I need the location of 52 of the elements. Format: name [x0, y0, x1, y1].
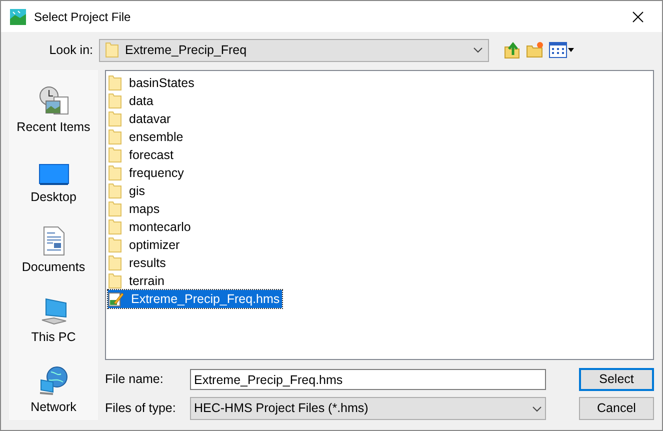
network-globe-icon	[38, 366, 68, 396]
file-list-item[interactable]: montecarlo	[108, 218, 193, 236]
folder-icon	[108, 201, 122, 217]
look-in-dropdown[interactable]: Extreme_Precip_Freq	[99, 38, 489, 62]
caret-icon	[568, 48, 574, 52]
folder-icon	[108, 273, 122, 289]
file-list-item[interactable]: results	[108, 254, 168, 272]
view-menu-button[interactable]	[549, 42, 574, 58]
file-list-item[interactable]: optimizer	[108, 236, 182, 254]
document-pencil-icon	[108, 291, 124, 307]
folder-icon	[108, 165, 122, 181]
file-list-item[interactable]: frequency	[108, 164, 186, 182]
grid-view-icon	[549, 42, 567, 58]
places-item[interactable]: Desktop	[10, 154, 96, 207]
computer-icon	[40, 298, 68, 326]
cancel-button[interactable]: Cancel	[579, 397, 654, 420]
places-item[interactable]: Documents	[10, 224, 96, 277]
file-list-item[interactable]: maps	[108, 200, 162, 218]
folder-icon	[108, 255, 122, 271]
app-icon	[10, 8, 26, 24]
up-arrow-folder-icon[interactable]	[503, 41, 521, 59]
folder-icon	[108, 219, 122, 235]
folder-icon	[108, 111, 122, 127]
file-list-item[interactable]: forecast	[108, 146, 176, 164]
file-name-field[interactable]: Extreme_Precip_Freq.hms	[190, 369, 546, 390]
select-button[interactable]: Select	[579, 368, 654, 391]
look-in-label: Look in:	[48, 42, 94, 59]
file-list-item[interactable]: datavar	[108, 110, 173, 128]
folder-icon	[108, 75, 122, 91]
file-list-item[interactable]: ensemble	[108, 128, 186, 146]
folder-icon	[108, 183, 122, 199]
folder-icon	[105, 42, 119, 58]
file-list-item[interactable]: basinStates	[108, 74, 196, 92]
file-name-label: File name:	[105, 371, 164, 388]
places-item[interactable]: This PC	[10, 294, 96, 347]
folder-icon	[108, 93, 122, 109]
monitor-icon	[38, 164, 68, 186]
places-item[interactable]: Recent Items	[10, 84, 96, 137]
folder-icon	[108, 129, 122, 145]
file-type-label: Files of type:	[105, 400, 177, 418]
folder-icon	[108, 147, 122, 163]
file-list-item[interactable]: Extreme_Precip_Freq.hms	[108, 290, 282, 308]
folder-icon	[108, 237, 122, 253]
document-icon	[42, 226, 64, 256]
file-type-dropdown[interactable]: HEC-HMS Project Files (*.hms)	[190, 397, 546, 420]
clock-document-icon	[38, 86, 70, 116]
file-list-item[interactable]: terrain	[108, 272, 166, 290]
file-list-item[interactable]: data	[108, 92, 156, 110]
close-icon	[632, 10, 644, 22]
window-title: Select Project File	[34, 8, 132, 26]
file-list-item[interactable]: gis	[108, 182, 147, 200]
places-item[interactable]: Network	[10, 364, 96, 417]
